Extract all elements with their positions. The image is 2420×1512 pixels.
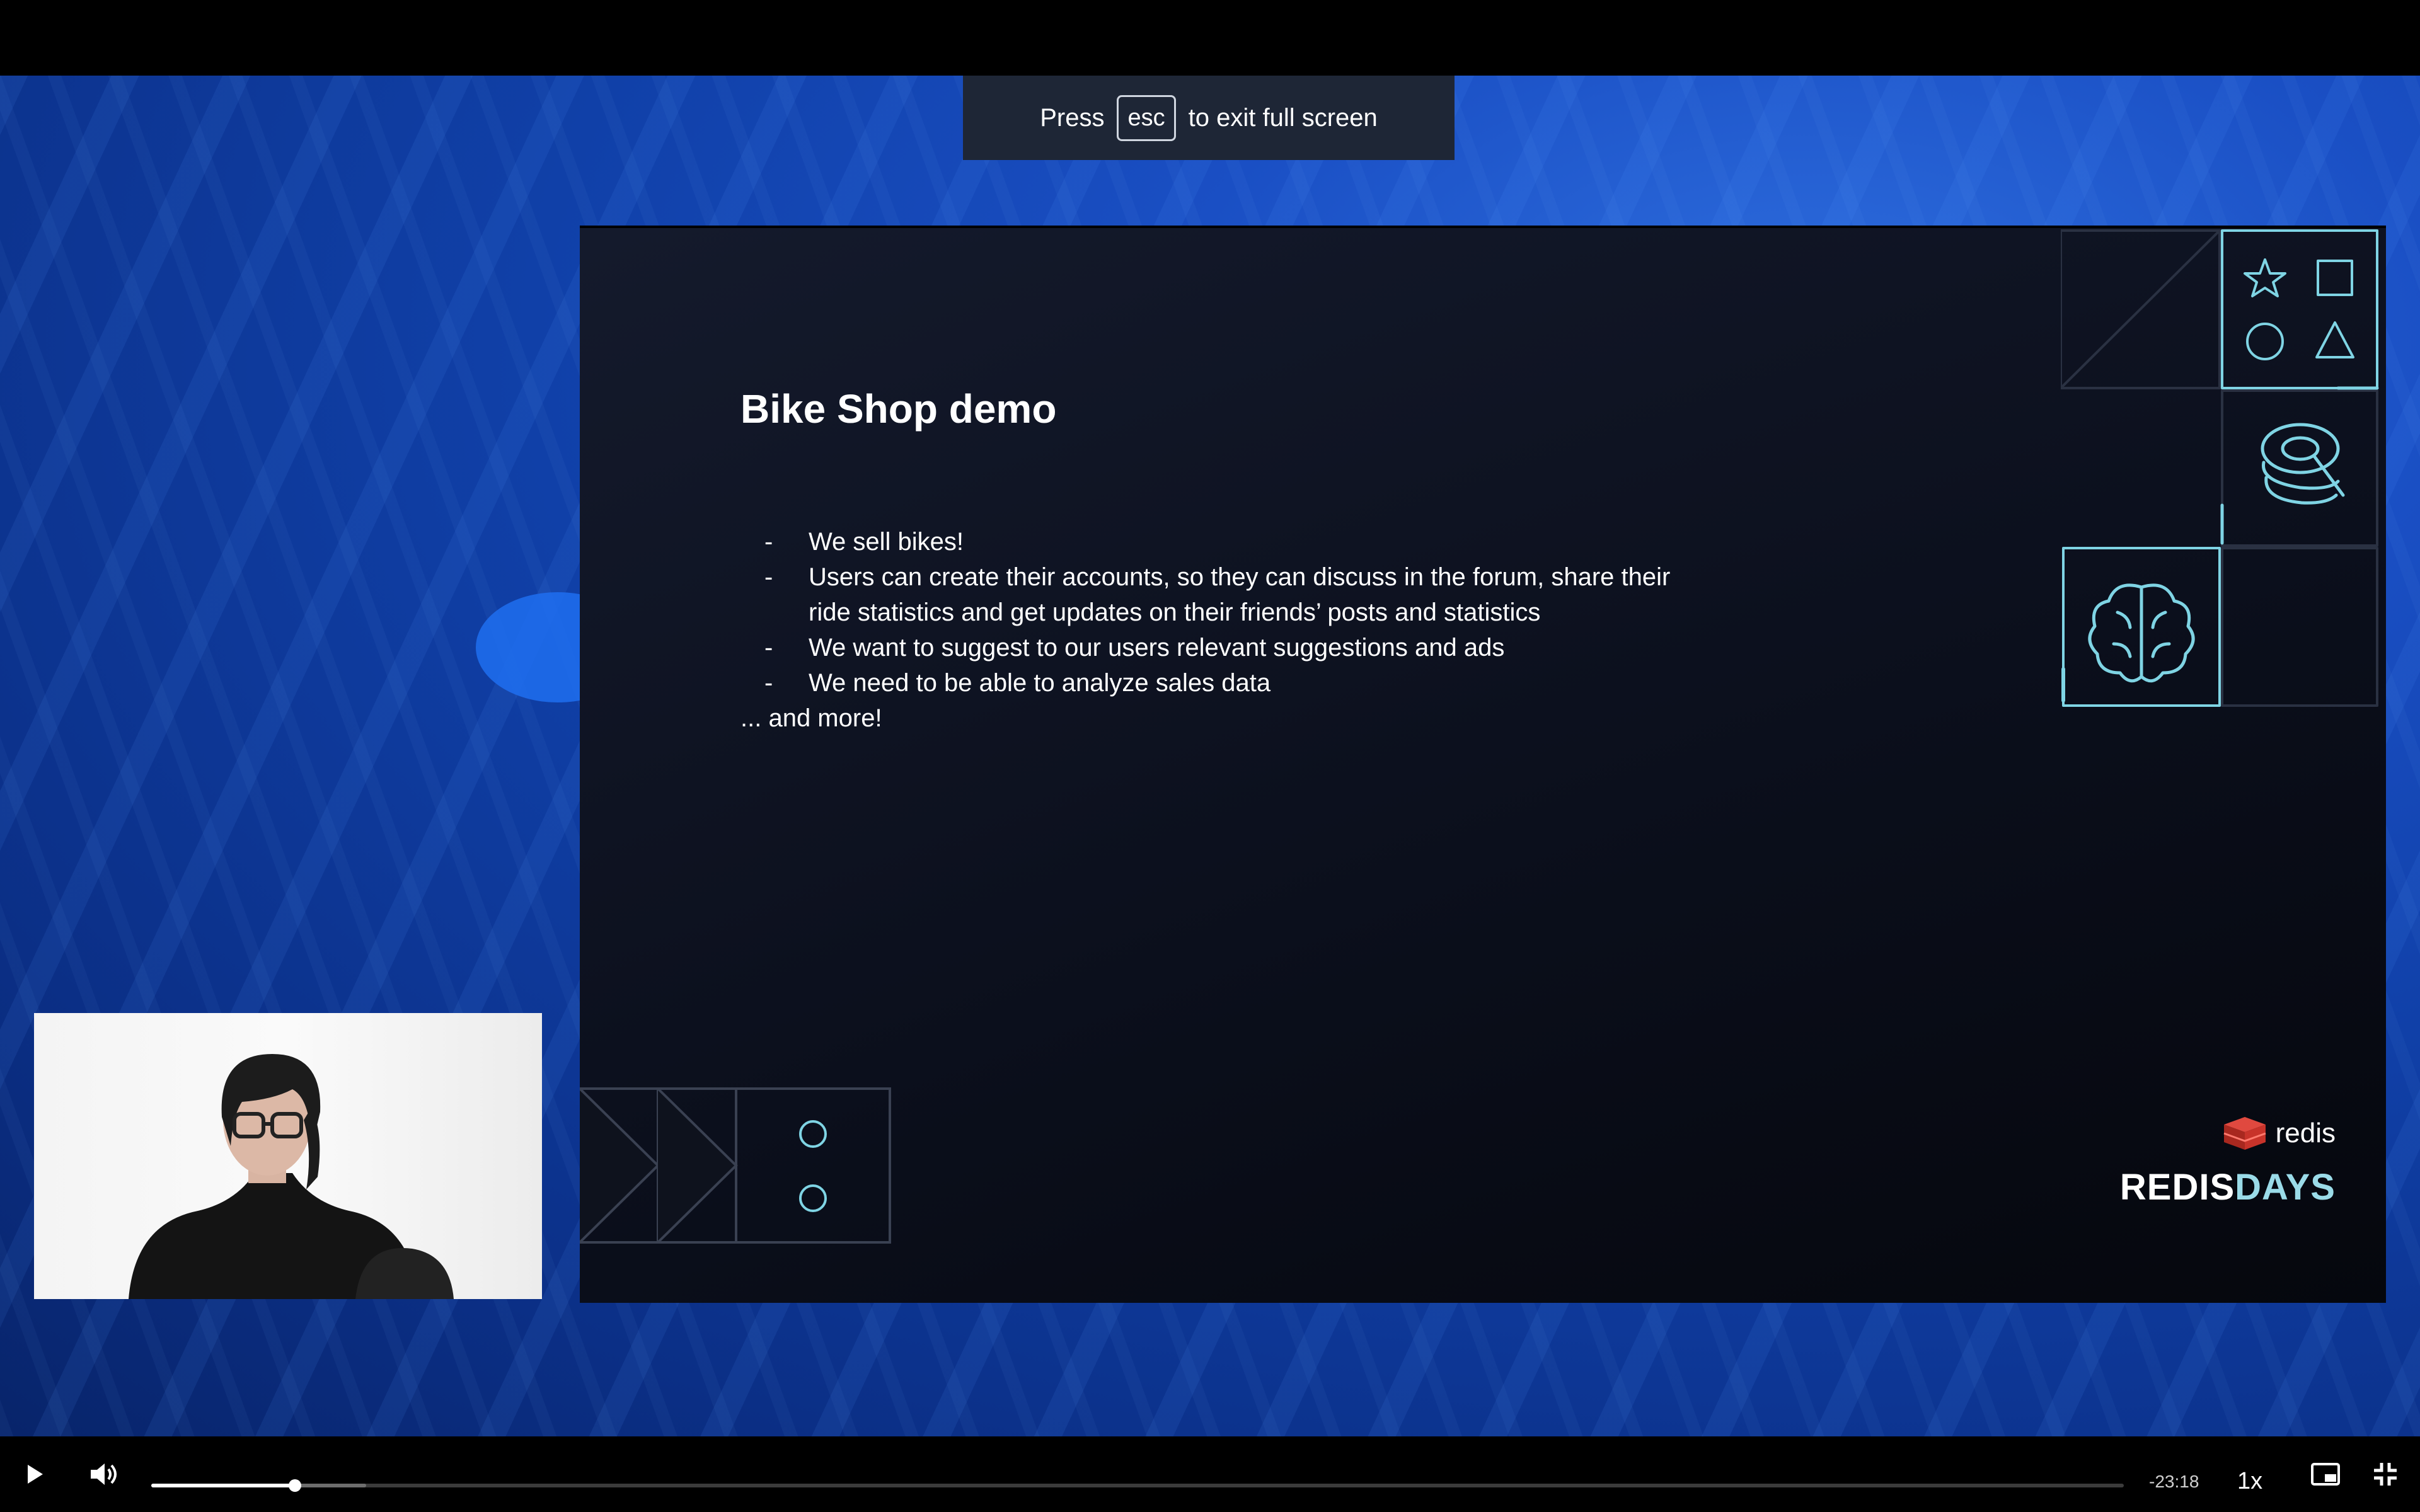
decorative-chevron-tiles <box>580 1087 891 1244</box>
bullet-text: We want to suggest to our users relevant… <box>809 634 1505 662</box>
play-button[interactable] <box>13 1436 57 1512</box>
redis-days-logo: redis REDISDAYS <box>2120 1114 2336 1208</box>
picture-in-picture-button[interactable] <box>2300 1436 2351 1512</box>
bullet-dash: - <box>764 669 773 697</box>
slide-title: Bike Shop demo <box>740 386 1057 432</box>
dot-icon <box>799 1120 827 1148</box>
fullscreen-exit-banner: Press esc to exit full screen <box>963 76 1455 160</box>
circle-icon <box>2246 323 2284 360</box>
bullet-item: - We need to be able to analyze sales da… <box>740 665 1717 701</box>
exit-fullscreen-button[interactable] <box>2360 1436 2411 1512</box>
bullet-item: - We want to suggest to our users releva… <box>740 630 1717 665</box>
bullet-dash: - <box>764 528 773 556</box>
brain-icon <box>2088 583 2195 683</box>
exit-fullscreen-icon <box>2374 1463 2397 1486</box>
redisdays-part-redis: REDIS <box>2119 1167 2235 1208</box>
bullet-dash: - <box>764 563 773 591</box>
play-icon <box>28 1465 43 1484</box>
presentation-slide: Bike Shop demo - We sell bikes! - Users … <box>580 226 2386 1303</box>
shapes-tile <box>2221 229 2378 389</box>
banner-suffix-text: to exit full screen <box>1188 103 1378 132</box>
star-icon <box>2244 258 2286 297</box>
redisdays-wordmark: REDISDAYS <box>2120 1166 2336 1208</box>
banner-press-text: Press <box>1040 103 1105 132</box>
picture-in-picture-icon <box>2311 1463 2340 1486</box>
played-bar <box>151 1484 296 1487</box>
decorative-tile-grid <box>2061 229 2379 707</box>
redisdays-part-days: DAYS <box>2235 1167 2336 1208</box>
time-remaining: -23:18 <box>2149 1472 2199 1491</box>
volume-icon <box>91 1463 117 1485</box>
playback-speed-button[interactable]: 1x <box>2237 1468 2262 1495</box>
bullet-text: Users can create their accounts, so they… <box>809 563 1671 626</box>
esc-key-label: esc <box>1117 94 1176 141</box>
volume-button[interactable] <box>79 1436 129 1512</box>
redis-cube-icon <box>2223 1117 2266 1150</box>
video-player-controls <box>0 1436 2420 1512</box>
bullet-text: We sell bikes! <box>809 528 964 556</box>
dot-icon <box>799 1184 827 1212</box>
square-icon <box>2317 260 2353 296</box>
slide-more-text: ... and more! <box>740 704 882 732</box>
speaker-video <box>129 1054 454 1299</box>
bullet-dash: - <box>764 634 773 662</box>
redis-logo-text: redis <box>2275 1118 2336 1148</box>
search-stack-icon <box>2261 423 2345 505</box>
triangle-icon <box>2315 321 2354 358</box>
slide-bullet-list: - We sell bikes! - Users can create thei… <box>740 524 1717 736</box>
speaker-webcam <box>34 1013 542 1299</box>
bullet-text: We need to be able to analyze sales data <box>809 669 1271 697</box>
progress-bar[interactable] <box>151 1479 2124 1492</box>
bullet-item: - We sell bikes! <box>740 524 1717 559</box>
bullet-item: - Users can create their accounts, so th… <box>740 559 1717 630</box>
